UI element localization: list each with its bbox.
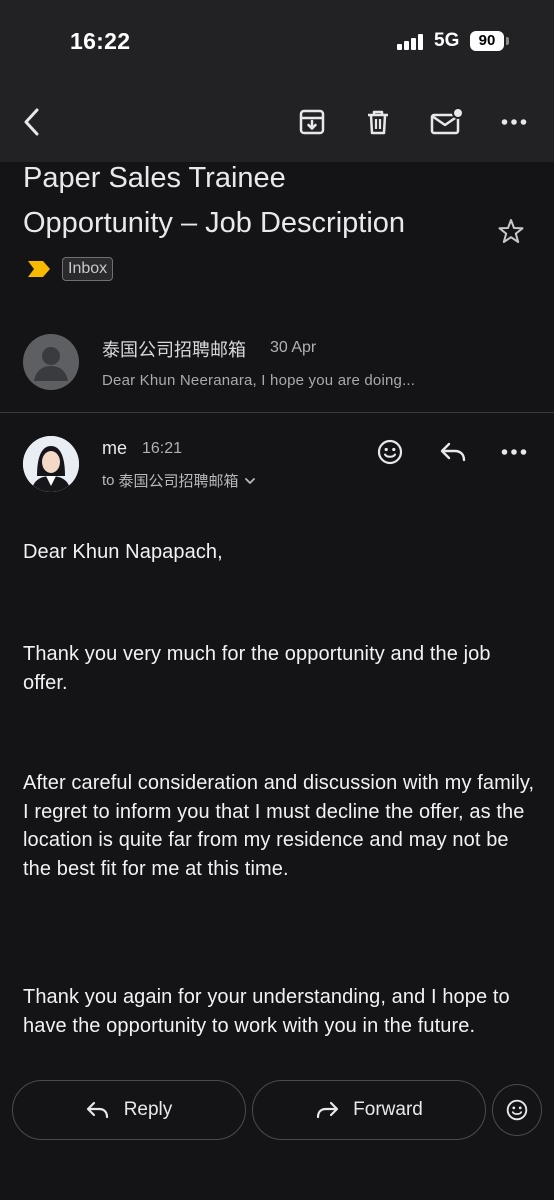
subject-line-2: Opportunity – Job Description xyxy=(23,207,406,239)
reply-icon-button[interactable] xyxy=(434,434,472,470)
battery-level: 90 xyxy=(470,31,504,51)
forward-button[interactable]: Forward xyxy=(252,1080,486,1140)
to-prefix: to xyxy=(102,472,115,489)
message-date: 30 Apr xyxy=(270,339,317,356)
star-button[interactable] xyxy=(494,214,528,248)
signal-icon xyxy=(397,34,425,50)
reply-icon xyxy=(86,1101,108,1119)
forward-label: Forward xyxy=(353,1099,423,1120)
more-horizontal-icon xyxy=(501,449,527,455)
subject-line-1: Paper Sales Trainee xyxy=(23,162,286,194)
collapsed-message[interactable]: 泰国公司招聘邮箱 30 Apr Dear Khun Neeranara, I h… xyxy=(0,318,554,412)
battery-tip-icon xyxy=(506,37,509,45)
sender-avatar xyxy=(23,334,79,390)
person-icon xyxy=(34,347,68,381)
more-options-button[interactable] xyxy=(494,102,534,142)
message-time: 16:21 xyxy=(142,440,183,457)
back-button[interactable] xyxy=(14,104,50,140)
top-bar: 16:22 5G 90 xyxy=(0,0,554,162)
profile-photo-icon xyxy=(23,436,79,492)
mark-unread-button[interactable] xyxy=(426,102,466,142)
divider xyxy=(0,412,554,413)
message-more-button[interactable] xyxy=(496,434,532,470)
network-type: 5G xyxy=(434,30,460,51)
message-snippet: Dear Khun Neeranara, I hope you are doin… xyxy=(102,372,416,389)
importance-marker-icon xyxy=(28,261,50,277)
body-greeting: Dear Khun Napapach, xyxy=(23,541,223,563)
sender-me: me xyxy=(102,438,128,458)
smiley-icon xyxy=(377,439,403,465)
more-horizontal-icon xyxy=(501,119,527,125)
recipient-name: 泰国公司招聘邮箱 xyxy=(118,473,239,490)
chevron-down-icon xyxy=(244,477,255,484)
forward-icon xyxy=(317,1101,339,1119)
label-row: Inbox xyxy=(26,256,114,282)
smiley-icon xyxy=(506,1099,528,1121)
reply-button[interactable]: Reply xyxy=(12,1080,246,1140)
trash-icon xyxy=(368,110,388,135)
body-paragraph-2: After careful consideration and discussi… xyxy=(23,772,535,880)
add-reaction-button[interactable] xyxy=(372,434,408,470)
body-paragraph-1: Thank you very much for the opportunity … xyxy=(23,643,491,694)
mail-unread-icon xyxy=(430,107,463,135)
reply-label: Reply xyxy=(123,1099,173,1120)
delete-button[interactable] xyxy=(358,102,398,142)
star-icon xyxy=(498,219,524,243)
recipient-details[interactable]: to 泰国公司招聘邮箱 xyxy=(102,470,257,491)
status-time: 16:22 xyxy=(70,28,131,54)
archive-icon xyxy=(299,109,325,135)
emoji-reaction-button[interactable] xyxy=(492,1084,542,1136)
body-paragraph-3: Thank you again for your understanding, … xyxy=(23,986,510,1037)
inbox-label-chip[interactable]: Inbox xyxy=(62,257,114,281)
email-subject: Paper Sales Trainee Opportunity – Job De… xyxy=(23,156,473,246)
reply-icon xyxy=(440,442,466,462)
back-arrow-icon xyxy=(24,108,39,136)
my-avatar[interactable] xyxy=(23,436,79,492)
sender-name: 泰国公司招聘邮箱 xyxy=(102,340,246,360)
archive-button[interactable] xyxy=(292,102,332,142)
